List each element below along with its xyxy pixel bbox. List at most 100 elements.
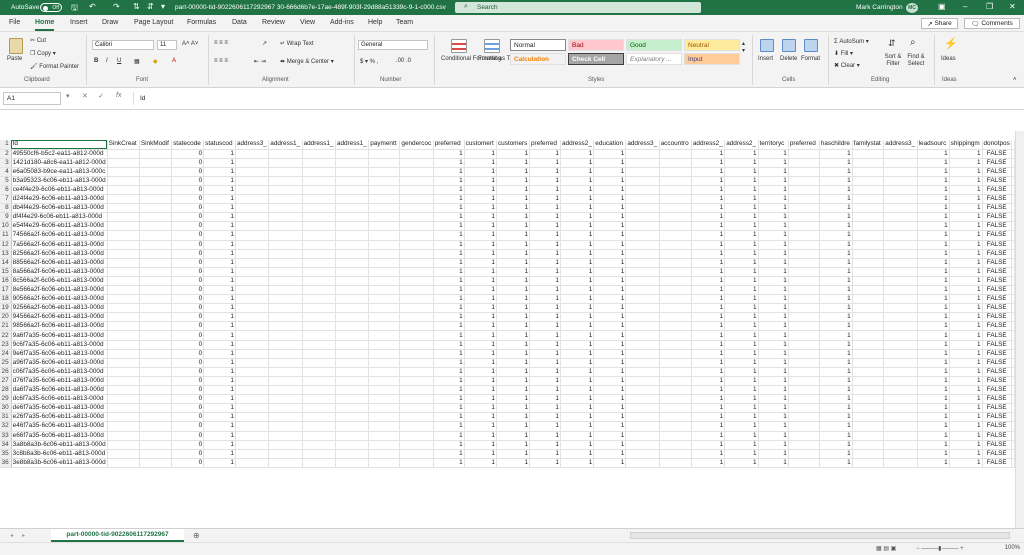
- cell[interactable]: [625, 167, 660, 177]
- cell[interactable]: 1: [691, 340, 726, 350]
- cell[interactable]: [625, 367, 660, 377]
- cell[interactable]: 0: [171, 194, 205, 205]
- cell[interactable]: 1: [496, 458, 531, 468]
- id-cell[interactable]: ce4f4e29-6c06-eb11-a813-000d: [11, 185, 108, 196]
- cell[interactable]: [788, 303, 820, 314]
- cell[interactable]: [235, 267, 270, 277]
- cell[interactable]: [883, 240, 918, 250]
- cell[interactable]: [107, 176, 140, 186]
- cell[interactable]: 1: [758, 458, 789, 468]
- copy-button[interactable]: ❐ Copy ▾: [30, 50, 56, 57]
- cell[interactable]: [368, 212, 401, 223]
- cell[interactable]: [883, 176, 918, 186]
- cell[interactable]: [852, 431, 885, 441]
- cell[interactable]: 1: [203, 385, 236, 396]
- row-header[interactable]: 31: [0, 412, 12, 423]
- cell[interactable]: 1: [758, 212, 789, 223]
- cell[interactable]: [883, 403, 918, 414]
- cell[interactable]: 1: [949, 221, 983, 232]
- cell[interactable]: 1: [691, 330, 726, 341]
- id-cell[interactable]: b3a95323-6c06-eb11-a813-000d: [11, 176, 108, 186]
- cell[interactable]: [852, 403, 885, 414]
- cell[interactable]: [335, 221, 370, 232]
- id-cell[interactable]: dc6f7a35-6c06-eb11-a813-000d: [11, 394, 108, 405]
- cell[interactable]: 1: [433, 167, 465, 177]
- cell[interactable]: 1: [433, 431, 465, 441]
- cell[interactable]: 1: [496, 385, 531, 396]
- cell[interactable]: [368, 376, 401, 387]
- id-cell[interactable]: 8a566a2f-6c06-eb11-a813-000d: [11, 267, 108, 277]
- cell[interactable]: 1: [724, 230, 759, 241]
- cell[interactable]: 1: [433, 449, 465, 459]
- cell[interactable]: [302, 158, 336, 168]
- cell[interactable]: [335, 376, 370, 387]
- cell[interactable]: [399, 431, 434, 441]
- cell[interactable]: [788, 431, 820, 441]
- cell[interactable]: 1: [593, 240, 627, 250]
- cell[interactable]: 0: [171, 321, 205, 332]
- cell[interactable]: 1: [496, 303, 531, 314]
- cell[interactable]: 1: [819, 203, 853, 214]
- cell[interactable]: 1: [560, 303, 595, 314]
- cell[interactable]: [788, 312, 820, 323]
- cell[interactable]: [659, 294, 692, 305]
- cell[interactable]: [302, 176, 336, 186]
- cell[interactable]: FALSE: [982, 431, 1012, 441]
- cell[interactable]: 1: [593, 267, 627, 277]
- header-cell[interactable]: SinkCreat: [107, 140, 140, 150]
- cell[interactable]: [235, 312, 270, 323]
- cell[interactable]: 1: [758, 358, 789, 368]
- cell[interactable]: 1: [203, 185, 236, 196]
- cell[interactable]: 1: [724, 403, 759, 414]
- cell[interactable]: 1: [464, 312, 497, 323]
- cell[interactable]: FALSE: [982, 394, 1012, 405]
- cell[interactable]: [139, 285, 173, 296]
- cell[interactable]: [788, 349, 820, 359]
- cell[interactable]: 1: [593, 440, 627, 450]
- cell[interactable]: 1: [203, 158, 236, 168]
- cell[interactable]: 1: [724, 185, 759, 196]
- cell[interactable]: 1: [724, 285, 759, 296]
- cell[interactable]: 1: [819, 303, 853, 314]
- cell[interactable]: [268, 267, 303, 277]
- cell[interactable]: 1: [560, 340, 595, 350]
- cell[interactable]: 1: [758, 194, 789, 205]
- horizontal-scrollbar[interactable]: [630, 532, 1010, 539]
- cell[interactable]: [883, 358, 918, 368]
- cell[interactable]: 1: [949, 240, 983, 250]
- user-name[interactable]: Mark Carrington: [856, 4, 903, 11]
- id-cell[interactable]: d76f7a35-6c06-eb11-a813-000d: [11, 376, 108, 387]
- cell[interactable]: 1: [529, 421, 561, 432]
- cell[interactable]: 1: [560, 449, 595, 459]
- cell[interactable]: [883, 376, 918, 387]
- cell[interactable]: 0: [171, 403, 205, 414]
- cell[interactable]: 1: [203, 330, 236, 341]
- cell[interactable]: 1: [433, 458, 465, 468]
- cell[interactable]: [235, 440, 270, 450]
- cell[interactable]: [788, 285, 820, 296]
- cell[interactable]: 1: [917, 358, 950, 368]
- cell[interactable]: [139, 158, 173, 168]
- delete-icon[interactable]: [782, 39, 796, 52]
- cell[interactable]: [788, 194, 820, 205]
- cell[interactable]: [852, 258, 885, 268]
- cell[interactable]: [625, 294, 660, 305]
- cell[interactable]: 1: [819, 394, 853, 405]
- cell[interactable]: 1: [593, 258, 627, 268]
- cell[interactable]: [625, 221, 660, 232]
- cell[interactable]: [235, 358, 270, 368]
- comments-button[interactable]: 🗨 Comments: [964, 18, 1020, 29]
- cell[interactable]: [302, 294, 336, 305]
- cell[interactable]: 1: [691, 176, 726, 186]
- row-header[interactable]: 22: [0, 330, 12, 341]
- cell[interactable]: 1: [758, 203, 789, 214]
- cell[interactable]: [235, 367, 270, 377]
- cell[interactable]: 1: [724, 240, 759, 250]
- cell[interactable]: 1: [917, 440, 950, 450]
- cell[interactable]: [107, 358, 140, 368]
- cell[interactable]: [268, 330, 303, 341]
- cell[interactable]: 1: [593, 303, 627, 314]
- id-cell[interactable]: e66f7a35-6c06-eb11-a813-000d: [11, 431, 108, 441]
- cell[interactable]: 0: [171, 376, 205, 387]
- cell[interactable]: 1: [529, 449, 561, 459]
